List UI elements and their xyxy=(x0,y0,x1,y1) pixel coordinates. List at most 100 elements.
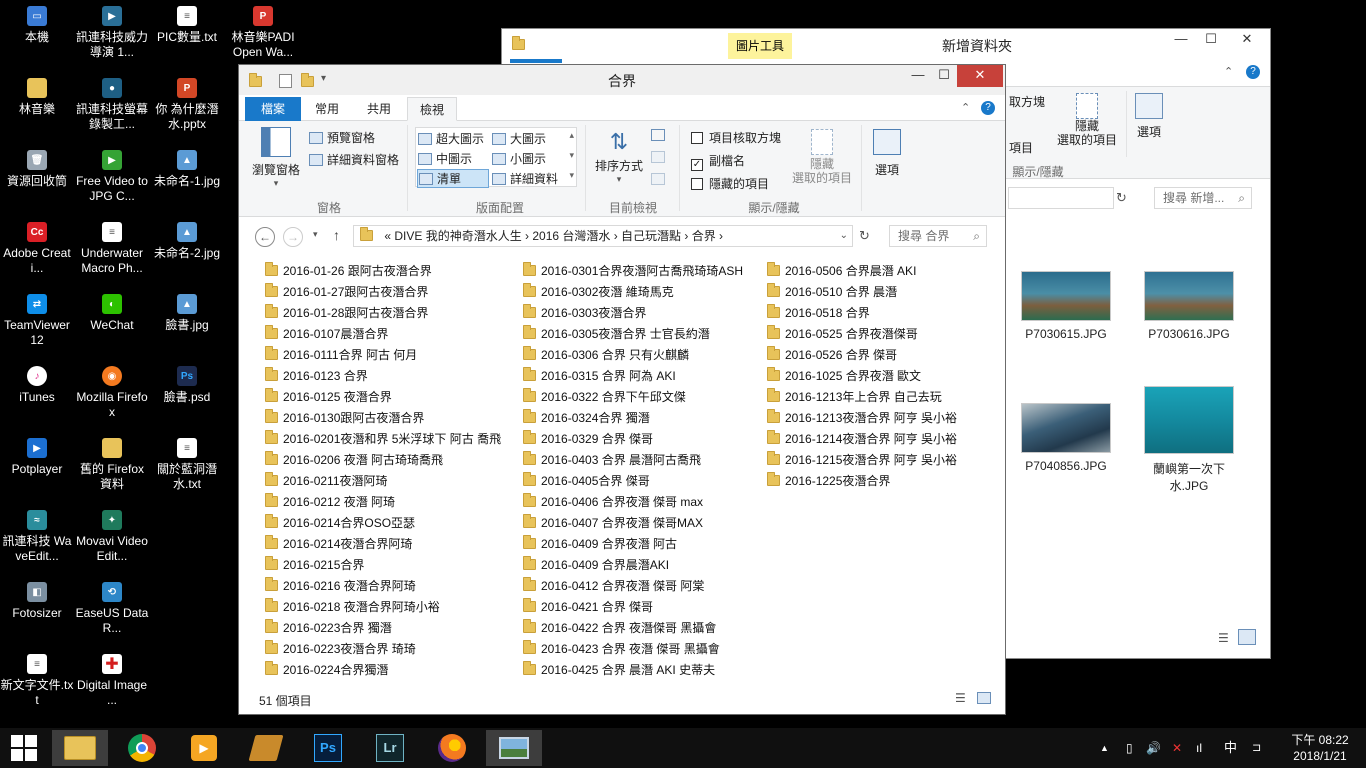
layout-scroll-down-icon[interactable]: ▾ xyxy=(569,150,574,161)
expand-ribbon-icon[interactable]: ⌃ xyxy=(1224,65,1233,78)
folder-list-item[interactable]: 2016-0212 夜潛 阿琦 xyxy=(265,492,395,512)
folder-list-item[interactable]: 2016-0329 合界 傑哥 xyxy=(523,429,653,449)
thumbnail-view-icon[interactable] xyxy=(1238,629,1256,645)
options-button[interactable]: 選項 xyxy=(1132,93,1166,140)
desktop-icon-fotosizer[interactable]: ◧ Fotosizer xyxy=(0,582,74,621)
tab-view[interactable]: 檢視 xyxy=(407,97,458,121)
folder-list-item[interactable]: 2016-0518 合界 xyxy=(767,303,870,323)
folder-list-item[interactable]: 2016-0130跟阿古夜潛合界 xyxy=(265,408,424,428)
taskbar-app-photoshop[interactable]: Ps xyxy=(300,730,356,766)
breadcrumb[interactable]: « DIVE 我的神奇潛水人生 › 2016 台灣潛水 › 自己玩潛點 › 合界… xyxy=(384,229,723,243)
hide-selected-button[interactable]: 隱藏 選取的項目 xyxy=(789,129,855,185)
folder-list-item[interactable]: 2016-0201夜潛和界 5米浮球下 阿古 喬飛 xyxy=(265,429,501,449)
folder-list-item[interactable]: 2016-0506 合界晨潛 AKI xyxy=(767,261,916,281)
details-view-icon[interactable]: ☰ xyxy=(1218,631,1229,645)
folder-list-item[interactable]: 2016-0315 合界 阿為 AKI xyxy=(523,366,676,386)
desktop-icon-blue-hole-txt[interactable]: ≡ 關於藍洞潛水.txt xyxy=(150,438,224,492)
tab-home[interactable]: 常用 xyxy=(303,97,351,121)
details-view-icon[interactable]: ☰ xyxy=(955,691,966,705)
folder-list-item[interactable]: 2016-0322 合界下午邱文傑 xyxy=(523,387,686,407)
folder-list-item[interactable]: 2016-0422 合界 夜潛傑哥 黑攝會 xyxy=(523,618,716,638)
folder-list-item[interactable]: 2016-1213夜潛合界 阿亨 吳小裕 xyxy=(767,408,957,428)
start-button[interactable] xyxy=(0,728,48,768)
clock[interactable]: 下午 08:22 2018/1/21 xyxy=(1282,732,1358,764)
desktop-icon-old-firefox-data[interactable]: 舊的 Firefox 資料 xyxy=(75,438,149,492)
add-columns-icon[interactable] xyxy=(651,151,665,163)
desktop-icon-wechat[interactable]: ◐ WeChat xyxy=(75,294,149,333)
checkbox-checked[interactable]: ✓ xyxy=(691,159,703,171)
folder-list-item[interactable]: 2016-0403 合界 晨潛阿古喬飛 xyxy=(523,450,701,470)
taskbar-app-chrome[interactable] xyxy=(114,730,170,766)
folder-list-item[interactable]: 2016-1225夜潛合界 xyxy=(767,471,890,491)
title-bar[interactable]: ▾ 合界 — ☐ ✕ xyxy=(239,65,1005,95)
tab-share[interactable]: 共用 xyxy=(355,97,403,121)
folder-list-item[interactable]: 2016-0306 合界 只有火麒麟 xyxy=(523,345,689,365)
folder-list-item[interactable]: 2016-0111合界 阿古 何月 xyxy=(265,345,417,365)
size-columns-icon[interactable] xyxy=(651,173,665,185)
up-button[interactable]: ↑ xyxy=(333,227,340,243)
desktop-icon-pic-count-txt[interactable]: ≡ PIC數量.txt xyxy=(150,6,224,45)
layout-medium-icons[interactable]: 中圖示 xyxy=(418,150,472,167)
sort-by-button[interactable]: ⇅ 排序方式 ▾ xyxy=(593,127,645,185)
desktop-icon-easeus[interactable]: ⟲ EaseUS Data R... xyxy=(75,582,149,636)
item-checkboxes-toggle[interactable]: 項目核取方塊 xyxy=(691,129,781,146)
desktop-icon-this-pc[interactable]: ▭ 本機 xyxy=(0,6,74,45)
desktop-icon-untitled-2-jpg[interactable]: ▲ 未命名-2.jpg xyxy=(150,222,224,261)
search-box[interactable]: 搜尋 新增... ⌕ xyxy=(1154,187,1252,209)
preview-pane-button[interactable]: 預覽窗格 xyxy=(309,129,375,146)
hidden-items-toggle[interactable]: 隱藏的項目 xyxy=(691,175,769,192)
folder-list-item[interactable]: 2016-0218 夜潛合界阿琦小裕 xyxy=(265,597,440,617)
tab-file[interactable]: 檔案 xyxy=(245,97,301,121)
folder-list-item[interactable]: 2016-0223合界 獨潛 xyxy=(265,618,392,638)
desktop-icon-padi-open-water[interactable]: P 林音樂PADI Open Wa... xyxy=(226,6,300,60)
desktop-icon-movavi[interactable]: ✦ Movavi Video Edit... xyxy=(75,510,149,564)
folder-list-item[interactable]: 2016-0215合界 xyxy=(265,555,364,575)
thumbnail-item[interactable]: P7030616.JPG xyxy=(1139,271,1239,341)
taskbar-app-firefox[interactable] xyxy=(424,730,480,766)
desktop-icon-recycle-bin[interactable]: 🗑 資源回收筒 xyxy=(0,150,74,189)
large-icons-view-icon[interactable] xyxy=(977,692,991,704)
folder-list-item[interactable]: 2016-0305夜潛合界 士官長約潛 xyxy=(523,324,710,344)
checkbox[interactable] xyxy=(691,132,703,144)
desktop-icon-screen-recorder[interactable]: ● 訊連科技螢幕錄製工... xyxy=(75,78,149,132)
refresh-icon[interactable]: ↻ xyxy=(1116,190,1127,206)
folder-list-item[interactable]: 2016-0206 夜潛 阿古琦琦喬飛 xyxy=(265,450,443,470)
maximize-button[interactable]: ☐ xyxy=(929,65,959,87)
desktop-icon-potplayer[interactable]: ▶ Potplayer xyxy=(0,438,74,477)
nav-pane-button[interactable]: 瀏覽窗格 ▾ xyxy=(249,127,303,189)
signal-icon[interactable]: ıl xyxy=(1196,728,1202,768)
folder-list-item[interactable]: 2016-0423 合界 夜潛 傑哥 黑攝會 xyxy=(523,639,720,659)
title-bar[interactable]: 圖片工具 新增資料夾 — ☐ ✕ xyxy=(502,29,1270,59)
folder-list-item[interactable]: 2016-0409 合界夜潛 阿古 xyxy=(523,534,677,554)
volume-icon[interactable]: 🔊 xyxy=(1146,728,1161,768)
desktop-icon-underwater-macro[interactable]: ≡ Underwater Macro Ph... xyxy=(75,222,149,276)
folder-list-item[interactable]: 2016-0303夜潛合界 xyxy=(523,303,646,323)
layout-details[interactable]: 詳細資料 xyxy=(492,170,558,187)
help-icon[interactable]: ? xyxy=(1246,65,1260,79)
layout-extra-large-icons[interactable]: 超大圖示 xyxy=(418,130,484,147)
ime-indicator[interactable]: 中 xyxy=(1224,728,1237,768)
desktop-icon-adobe-cc[interactable]: Cc Adobe Creati... xyxy=(0,222,74,276)
desktop-icon-untitled-1-jpg[interactable]: ▲ 未命名-1.jpg xyxy=(150,150,224,189)
folder-list-item[interactable]: 2016-0405合界 傑哥 xyxy=(523,471,650,491)
collapse-ribbon-icon[interactable]: ⌃ xyxy=(961,101,970,114)
folder-list-item[interactable]: 2016-01-28跟阿古夜潛合界 xyxy=(265,303,428,323)
folder-list-item[interactable]: 2016-0421 合界 傑哥 xyxy=(523,597,653,617)
search-box[interactable]: 搜尋 合界 ⌕ xyxy=(889,225,987,247)
close-button[interactable]: ✕ xyxy=(1224,29,1270,51)
desktop-icon-teamviewer[interactable]: ⇄ TeamViewer 12 xyxy=(0,294,74,348)
layout-list[interactable]: 清單 xyxy=(417,169,489,188)
desktop-icon-free-video-to-jpg[interactable]: ▶ Free Video to JPG C... xyxy=(75,150,149,204)
network-icon[interactable]: ✕ xyxy=(1172,728,1182,768)
desktop-icon-itunes[interactable]: ♪ iTunes xyxy=(0,366,74,405)
desktop-icon-facebook-jpg[interactable]: ▲ 臉書.jpg xyxy=(150,294,224,333)
folder-list-item[interactable]: 2016-0510 合界 晨潛 xyxy=(767,282,897,302)
desktop-icon-folder-lin[interactable]: 林音樂 xyxy=(0,78,74,117)
layout-small-icons[interactable]: 小圖示 xyxy=(492,150,546,167)
folder-list-item[interactable]: 2016-0125 夜潛合界 xyxy=(265,387,392,407)
folder-list-item[interactable]: 2016-0107晨潛合界 xyxy=(265,324,388,344)
taskbar-app-file-explorer[interactable] xyxy=(52,730,108,766)
thumbnail-item[interactable]: 蘭嶼第一次下水.JPG xyxy=(1139,386,1239,494)
desktop-icon-facebook-psd[interactable]: Ps 臉書.psd xyxy=(150,366,224,405)
folder-list-item[interactable]: 2016-0216 夜潛合界阿琦 xyxy=(265,576,416,596)
